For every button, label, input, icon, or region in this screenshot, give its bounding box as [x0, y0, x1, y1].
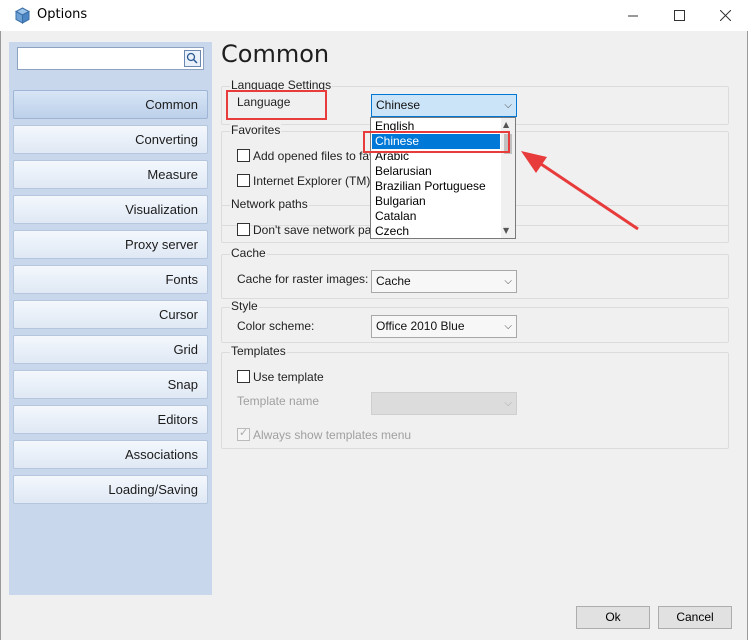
red-arrow-icon [521, 151, 639, 231]
